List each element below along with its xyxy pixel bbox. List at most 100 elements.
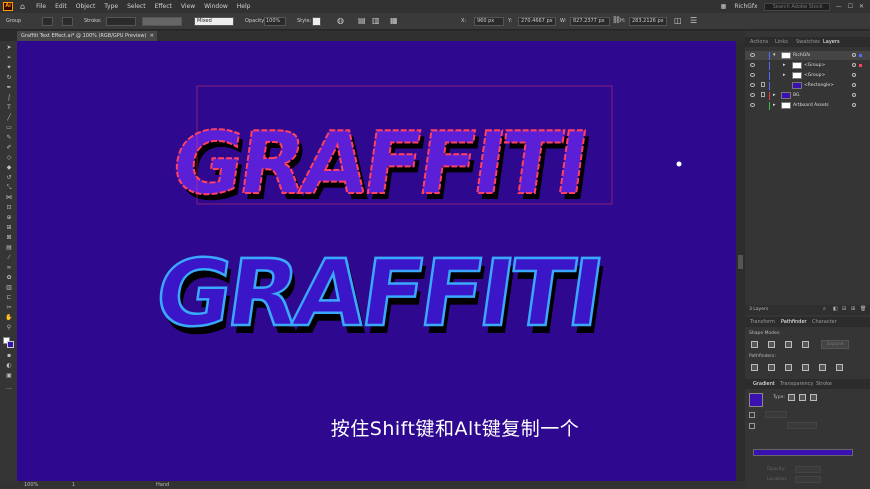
workspace-switcher-icon[interactable]: ▦	[721, 3, 727, 10]
isolate-icon[interactable]: ◫	[674, 16, 682, 25]
graphic-style-swatch[interactable]	[312, 17, 321, 26]
paintbrush-tool-icon[interactable]: ✎	[5, 135, 13, 141]
layer-name[interactable]: Artboard Assets	[793, 103, 829, 108]
document-tab[interactable]: Graffiti Text Effect.ai* @ 100% (RGB/GPU…	[17, 31, 157, 41]
shape-builder-icon[interactable]: ⊕	[5, 215, 13, 221]
free-transform-icon[interactable]: ⊡	[5, 205, 13, 211]
lock-icon[interactable]	[761, 92, 765, 97]
reverse-gradient-icon[interactable]	[749, 423, 755, 429]
w-input[interactable]: 827.2377 px	[570, 17, 610, 26]
perspective-grid-icon[interactable]: ⊞	[5, 225, 13, 231]
layer-row[interactable]: <Rectangle>	[745, 81, 870, 90]
tab-links[interactable]: Links	[775, 39, 788, 45]
exclude-icon[interactable]	[802, 341, 809, 348]
tab-character[interactable]: Character	[812, 319, 837, 325]
zoom-tool-icon[interactable]: ⚲	[5, 325, 13, 331]
location-stop-input[interactable]	[795, 476, 821, 483]
zoom-level[interactable]: 100%	[24, 482, 38, 488]
stock-search-input[interactable]: Search Adobe Stock	[763, 2, 830, 11]
tab-stroke[interactable]: Stroke	[816, 381, 832, 387]
menu-file[interactable]: File	[36, 3, 46, 10]
menu-view[interactable]: View	[181, 3, 195, 10]
panel-menu-icon[interactable]: ☰	[690, 16, 697, 25]
target-circle-icon[interactable]	[852, 93, 856, 97]
crop-icon[interactable]	[802, 364, 809, 371]
eraser-tool-icon[interactable]: ◆	[5, 165, 13, 171]
layer-name[interactable]: <Rectangle>	[804, 83, 834, 88]
opacity-stop-input[interactable]	[795, 466, 821, 473]
target-circle-icon[interactable]	[852, 73, 856, 77]
visibility-eye-icon[interactable]	[750, 53, 755, 57]
h-input[interactable]: 283.2126 px	[629, 17, 667, 26]
linear-gradient-icon[interactable]	[788, 394, 795, 401]
rotate-tool-icon[interactable]: ↺	[5, 175, 13, 181]
stroke-swatch[interactable]	[62, 17, 73, 26]
lock-icon[interactable]	[761, 82, 765, 87]
edit-toolbar-icon[interactable]: …	[5, 385, 13, 391]
layer-name[interactable]: RichGfx	[793, 53, 810, 58]
width-tool-icon[interactable]: ⋈	[5, 195, 13, 201]
artboard-tool-icon[interactable]: ⊏	[5, 295, 13, 301]
aspect-ratio-input[interactable]	[787, 422, 817, 429]
scale-tool-icon[interactable]: ⤡	[5, 185, 13, 191]
menu-object[interactable]: Object	[76, 3, 96, 10]
visibility-eye-icon[interactable]	[750, 93, 755, 97]
delete-layer-icon[interactable]: 🗑	[860, 306, 866, 312]
expand-chevron-icon[interactable]: ▸	[783, 72, 786, 78]
draw-mode-icon[interactable]: ◐	[5, 363, 13, 369]
menu-window[interactable]: Window	[204, 3, 228, 10]
freeform-gradient-icon[interactable]	[810, 394, 817, 401]
target-circle-icon[interactable]	[852, 103, 856, 107]
maximize-icon[interactable]: ☐	[848, 3, 853, 10]
curvature-tool-icon[interactable]: ∫	[5, 95, 13, 101]
transform-panel-icon[interactable]: ▦	[390, 16, 398, 25]
close-tab-icon[interactable]: ✕	[150, 31, 154, 41]
layer-name[interactable]: <Group>	[804, 73, 825, 78]
layer-row[interactable]: ▸ Artboard Assets	[745, 101, 870, 110]
gradient-slider[interactable]	[753, 449, 853, 456]
workspace-user[interactable]: RichGfx	[734, 3, 757, 10]
angle-input[interactable]	[765, 411, 787, 418]
layer-row[interactable]: ▾ RichGfx	[745, 51, 870, 60]
tab-swatches[interactable]: Swatches	[796, 39, 820, 45]
visibility-eye-icon[interactable]	[750, 103, 755, 107]
opacity-input[interactable]: 100%	[264, 17, 286, 26]
eyedropper-tool-icon[interactable]: ⁄	[5, 255, 13, 261]
mesh-tool-icon[interactable]: ⊠	[5, 235, 13, 241]
minus-front-icon[interactable]	[768, 341, 775, 348]
brush-mixed-dropdown[interactable]: Mixed	[194, 17, 234, 26]
stroke-color-icon[interactable]	[7, 341, 14, 348]
selection-indicator[interactable]	[859, 64, 862, 67]
new-layer-icon[interactable]: ⊞	[851, 306, 855, 312]
target-circle-icon[interactable]	[852, 53, 856, 57]
menu-effect[interactable]: Effect	[155, 3, 172, 10]
transform-icon[interactable]: ▥	[372, 16, 380, 25]
expand-chevron-icon[interactable]: ▸	[773, 102, 776, 108]
target-circle-icon[interactable]	[852, 83, 856, 87]
tab-layers[interactable]: Layers	[823, 39, 840, 45]
visibility-eye-icon[interactable]	[750, 83, 755, 87]
close-icon[interactable]: ✕	[859, 3, 864, 10]
radial-gradient-icon[interactable]	[799, 394, 806, 401]
align-icon[interactable]: ▤	[358, 16, 366, 25]
tab-transform[interactable]: Transform	[750, 319, 775, 325]
expand-chevron-icon[interactable]: ▸	[783, 62, 786, 68]
shaper-tool-icon[interactable]: ◇	[5, 155, 13, 161]
locate-object-icon[interactable]: ⌕	[823, 306, 826, 312]
rectangle-tool-icon[interactable]: ▭	[5, 125, 13, 131]
artboard-number[interactable]: 1	[72, 482, 75, 488]
x-input[interactable]: 960 px	[474, 17, 504, 26]
selection-tool-icon[interactable]: ➤	[5, 45, 13, 51]
menu-help[interactable]: Help	[237, 3, 251, 10]
trim-icon[interactable]	[768, 364, 775, 371]
tab-gradient[interactable]: Gradient	[753, 381, 775, 387]
expand-chevron-icon[interactable]: ▸	[773, 92, 776, 98]
graph-tool-icon[interactable]: ▥	[5, 285, 13, 291]
menu-select[interactable]: Select	[127, 3, 146, 10]
graffiti-artwork-top[interactable]: GRAFFITI GRAFFITI	[165, 85, 613, 220]
outline-icon[interactable]	[819, 364, 826, 371]
y-input[interactable]: 270.4667 px	[518, 17, 556, 26]
expand-button[interactable]: Expand	[821, 340, 849, 349]
layer-row[interactable]: ▸ BG	[745, 91, 870, 100]
gradient-tool-icon[interactable]: ▤	[5, 245, 13, 251]
